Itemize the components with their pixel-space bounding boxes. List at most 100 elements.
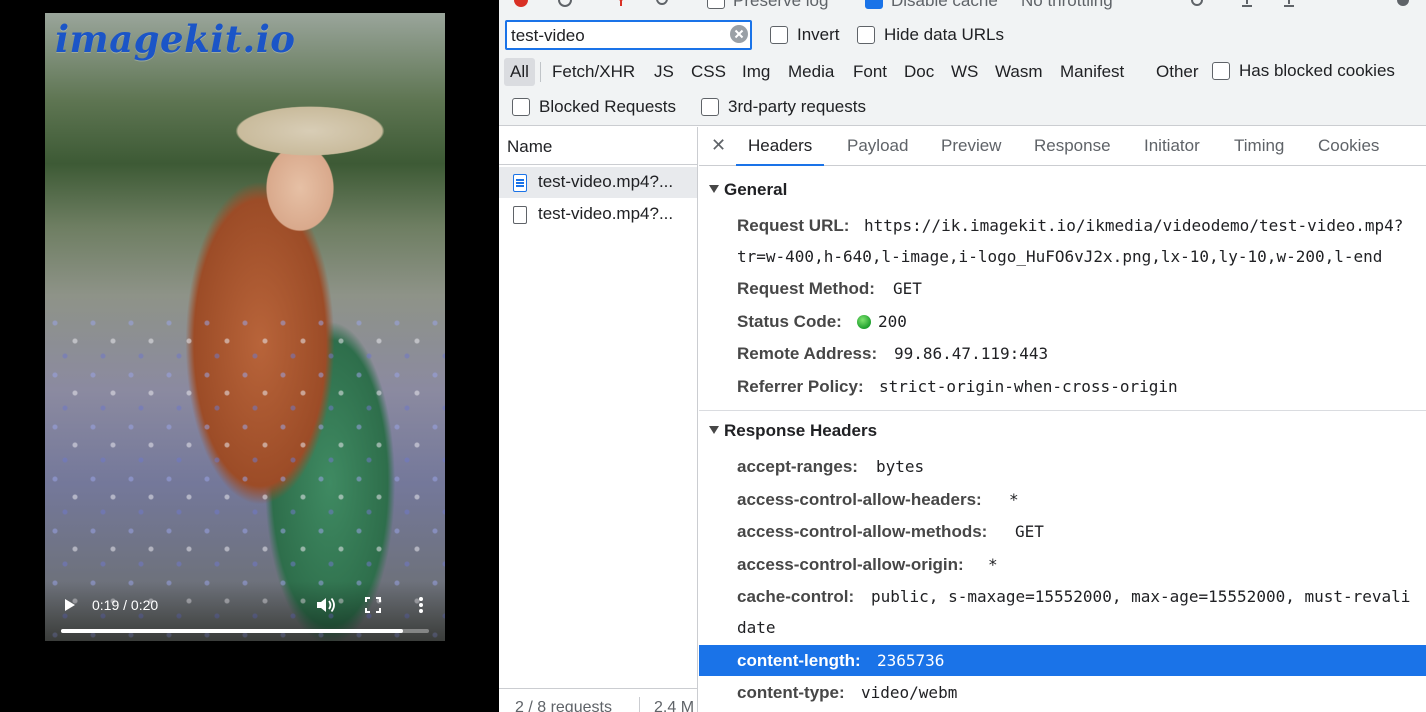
header-row-content-type: content-type: video/webm [699,677,1426,708]
third-party-requests-label: 3rd-party requests [728,97,866,116]
general-section-title: General [724,180,788,199]
header-row-acah: access-control-allow-headers: * [699,484,1426,515]
response-headers-section-toggle[interactable]: Response Headers [709,421,877,441]
video-player[interactable]: imagekit.io 0:19 / 0:20 [45,13,445,641]
preserve-log-label: Preserve log [733,0,829,10]
document-icon [513,174,527,192]
tab-preview[interactable]: Preview [929,127,1013,166]
preserve-log-checkbox[interactable] [707,0,725,9]
search-icon[interactable] [655,0,671,8]
general-section-toggle[interactable]: General [709,180,787,200]
header-key: Status Code: [737,312,842,331]
settings-gear-icon[interactable] [1395,0,1411,8]
filter-icon[interactable] [613,0,629,8]
header-row-cache-control: cache-control: public, s-maxage=15552000… [699,581,1426,612]
tab-initiator[interactable]: Initiator [1132,127,1212,166]
status-ok-dot-icon [857,315,871,329]
type-filter-separator [540,62,541,82]
header-value-continuation: date [737,618,776,637]
filter-bar: Invert Hide data URLs All Fetch/XHR JS C… [499,16,1426,126]
request-row[interactable]: test-video.mp4?... [499,167,697,198]
has-blocked-cookies-label: Has blocked cookies [1239,61,1395,80]
disable-cache-label: Disable cache [891,0,998,10]
collapse-triangle-icon [709,185,719,193]
video-progress-bar[interactable] [61,629,429,633]
type-filter-other[interactable]: Other [1150,58,1205,86]
type-filter-wasm[interactable]: Wasm [989,58,1049,86]
tab-timing[interactable]: Timing [1222,127,1296,166]
header-value: * [1009,490,1019,509]
request-row[interactable]: test-video.mp4?... [499,199,697,230]
close-icon[interactable]: ✕ [711,135,726,156]
hide-data-urls-label: Hide data URLs [884,25,1005,44]
header-row-content-length[interactable]: content-length: 2365736 [699,645,1426,676]
invert-checkbox[interactable] [770,26,788,44]
header-key: access-control-allow-headers: [737,490,982,509]
type-filter-all[interactable]: All [504,58,535,86]
header-key: accept-ranges: [737,457,858,476]
disable-cache-checkbox[interactable] [865,0,883,9]
header-value: * [988,555,998,574]
type-filter-fetch-xhr[interactable]: Fetch/XHR [546,58,641,86]
collapse-triangle-icon [709,426,719,434]
header-value: https://ik.imagekit.io/ikmedia/videodemo… [864,216,1404,235]
header-row-accept-ranges: accept-ranges: bytes [699,451,1426,482]
header-key: cache-control: [737,587,855,606]
detail-tabs: ✕ Headers Payload Preview Response Initi… [699,127,1426,166]
fullscreen-icon[interactable] [365,597,381,613]
tab-headers[interactable]: Headers [736,127,825,166]
type-filter-ws[interactable]: WS [945,58,984,86]
transferred-size: 2.4 M [654,699,695,712]
tab-payload[interactable]: Payload [835,127,920,166]
play-icon[interactable] [63,598,77,612]
header-row-remote-address: Remote Address: 99.86.47.119:443 [699,338,1426,369]
name-column-label: Name [507,137,553,156]
file-icon [513,206,527,224]
header-row-request-method: Request Method: GET [699,273,1426,304]
import-har-icon[interactable] [1239,0,1255,8]
header-value: 99.86.47.119:443 [894,344,1049,363]
header-value: 200 [878,312,907,331]
header-row-acao: access-control-allow-origin: * [699,549,1426,580]
request-detail-pane: ✕ Headers Payload Preview Response Initi… [699,127,1426,712]
tab-cookies[interactable]: Cookies [1306,127,1391,166]
header-value: video/webm [861,683,958,702]
type-filter-js[interactable]: JS [648,58,680,86]
type-filter-font[interactable]: Font [847,58,893,86]
type-filter-doc[interactable]: Doc [898,58,940,86]
header-value: strict-origin-when-cross-origin [879,377,1178,396]
clear-filter-icon[interactable] [730,25,748,43]
filter-input[interactable] [505,20,752,50]
type-filter-img[interactable]: Img [736,58,776,86]
type-filter-css[interactable]: CSS [685,58,732,86]
export-har-icon[interactable] [1281,0,1297,8]
type-filter-media[interactable]: Media [782,58,840,86]
request-count: 2 / 8 requests [515,699,612,712]
header-row-acam: access-control-allow-methods: GET [699,516,1426,547]
summary-separator [639,697,640,712]
record-icon[interactable] [513,0,529,8]
network-conditions-icon[interactable] [1189,0,1205,8]
header-row-request-url: Request URL: https://ik.imagekit.io/ikme… [699,210,1426,241]
tab-response[interactable]: Response [1022,127,1123,166]
blocked-requests-label: Blocked Requests [539,97,677,116]
header-value: 2365736 [877,651,945,670]
volume-icon[interactable] [315,595,337,615]
third-party-requests-checkbox[interactable] [701,98,719,116]
header-value: GET [893,279,922,298]
video-pane: imagekit.io 0:19 / 0:20 [0,0,499,712]
blocked-requests-checkbox[interactable] [512,98,530,116]
video-progress-fill [61,629,404,633]
hide-data-urls-checkbox[interactable] [857,26,875,44]
clear-log-icon[interactable] [557,0,573,8]
response-headers-section-title: Response Headers [724,421,878,440]
throttling-select[interactable]: No throttling [1021,0,1113,11]
more-options-icon[interactable] [415,595,427,615]
name-column-header[interactable]: Name [499,127,697,165]
imagekit-logo: imagekit.io [55,17,296,61]
type-filter-manifest[interactable]: Manifest [1054,58,1130,86]
has-blocked-cookies-checkbox[interactable] [1212,62,1230,80]
header-value: GET [1015,522,1044,541]
section-divider [699,410,1426,411]
video-time: 0:19 / 0:20 [92,597,159,613]
